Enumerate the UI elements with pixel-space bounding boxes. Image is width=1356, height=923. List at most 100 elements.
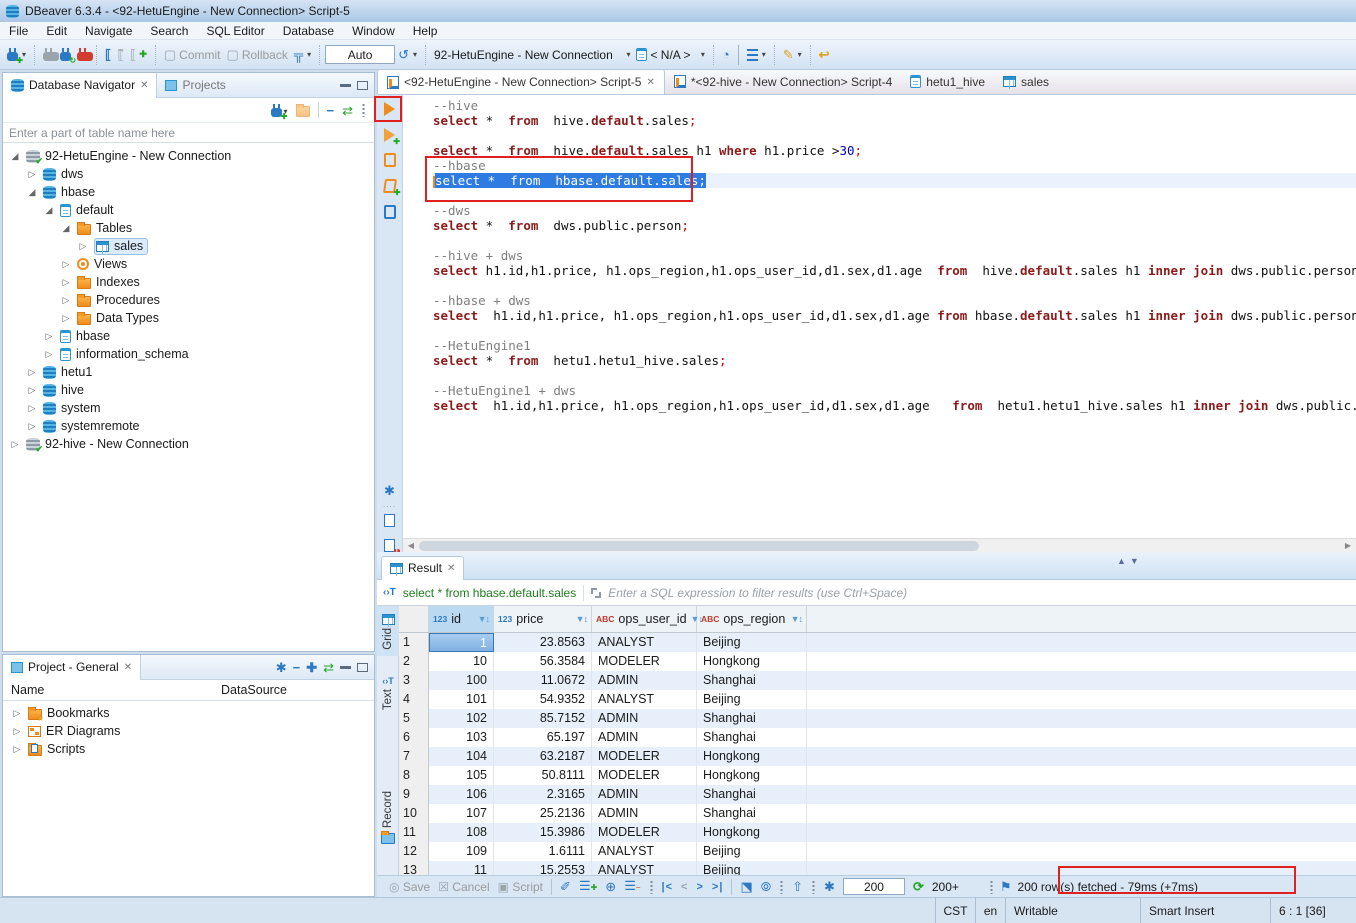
editor-tab-sales[interactable]: sales [994, 69, 1058, 94]
new-connection-button[interactable]: ✚▾ [4, 46, 29, 63]
collapse-all-button[interactable]: − [327, 104, 335, 117]
schema-selector[interactable]: < N/A > ▾ [633, 46, 707, 64]
table-row[interactable]: 21056.3584MODELERHongkong [399, 652, 1356, 671]
column-header-price[interactable]: 123price▼↕ [494, 606, 592, 632]
row-number[interactable]: 4 [399, 690, 429, 709]
table-row[interactable]: 310011.0672ADMINShanghai [399, 671, 1356, 690]
grid-cell[interactable]: 1 [429, 633, 494, 652]
expander-icon[interactable]: ▷ [9, 439, 21, 450]
grid-cell[interactable]: ANALYST [592, 633, 697, 652]
sql-line[interactable]: select h1.id,h1.price, h1.ops_region,h1.… [433, 308, 1356, 323]
cancel-button[interactable]: ☒ Cancel [438, 880, 489, 894]
editor-tab-92-hive-new-connection-script-4[interactable]: *<92-hive - New Connection> Script-4 [665, 69, 901, 94]
dashboard-button[interactable]: ◔ [719, 46, 733, 63]
grid-cell[interactable]: 108 [429, 823, 494, 842]
tree-item-92-hive-new-connection[interactable]: ▷92-hive - New Connection [3, 435, 374, 453]
tab-grid[interactable]: Grid [377, 606, 399, 656]
new-sql-editor-button[interactable]: ⟦✚ [127, 46, 150, 63]
corner-cell[interactable] [399, 606, 429, 632]
grid-cell[interactable]: 100 [429, 671, 494, 690]
grid-cell[interactable]: 109 [429, 842, 494, 861]
sql-line[interactable]: --hive + dws [433, 248, 1356, 263]
reconnect-button[interactable]: ↻ [57, 46, 74, 63]
prev-row-button[interactable]: < [681, 881, 688, 893]
script-error-button[interactable]: ! [384, 538, 395, 552]
last-row-button[interactable]: >| [712, 881, 724, 893]
close-icon[interactable]: ✕ [646, 77, 654, 88]
menu-database[interactable]: Database [274, 23, 343, 39]
transaction-mode-button[interactable]: ╦▾ [291, 46, 314, 63]
expander-icon[interactable]: ▷ [60, 277, 72, 288]
column-header-ops-region[interactable]: ABCops_region▼↕ [697, 606, 807, 632]
tab-projects[interactable]: Projects [157, 73, 233, 98]
menu-edit[interactable]: Edit [37, 23, 76, 39]
grid-cell[interactable]: Beijing [697, 633, 807, 652]
recent-sql-editor-button[interactable]: ⟦⃗ [114, 46, 126, 63]
filter-sort-icon[interactable]: ▼↕ [478, 614, 489, 624]
tree-item-hbase[interactable]: ◢hbase [3, 183, 374, 201]
grid-cell[interactable]: 10 [429, 652, 494, 671]
grid-cell[interactable]: Beijing [697, 690, 807, 709]
grid-cell[interactable]: 107 [429, 804, 494, 823]
grid-cell[interactable]: Beijing [697, 861, 807, 875]
table-row[interactable]: 1110815.3986MODELERHongkong [399, 823, 1356, 842]
grid-cell[interactable]: 63.2187 [494, 747, 592, 766]
editor-tab-92-hetuengine-new-connection-script-5[interactable]: <92-HetuEngine - New Connection> Script-… [377, 69, 665, 94]
disconnect-button[interactable] [74, 46, 91, 63]
tab-result[interactable]: Result ✕ [381, 556, 464, 580]
grid-cell[interactable]: 101 [429, 690, 494, 709]
grid-cell[interactable]: ANALYST [592, 690, 697, 709]
scroll-right-icon[interactable]: ▶ [1340, 541, 1356, 550]
tab-text[interactable]: ‹›T Text [377, 676, 399, 710]
project-item-scripts[interactable]: ▷Scripts [3, 740, 374, 758]
table-row[interactable]: 91062.3165ADMINShanghai [399, 785, 1356, 804]
row-number[interactable]: 2 [399, 652, 429, 671]
tree-item-procedures[interactable]: ▷Procedures [3, 291, 374, 309]
grid-cell[interactable]: Shanghai [697, 671, 807, 690]
grid-cell[interactable]: Hongkong [697, 747, 807, 766]
grid-cell[interactable]: 25.2136 [494, 804, 592, 823]
back-button[interactable]: ↩ [816, 46, 833, 63]
duplicate-row-icon[interactable]: ⊕ [605, 880, 616, 893]
sql-line[interactable] [433, 233, 1356, 248]
first-row-button[interactable]: |< [662, 881, 674, 893]
row-number[interactable]: 7 [399, 747, 429, 766]
grid-cell[interactable]: 102 [429, 709, 494, 728]
table-row[interactable]: 710463.2187MODELERHongkong [399, 747, 1356, 766]
table-row[interactable]: 121091.6111ANALYSTBeijing [399, 842, 1356, 861]
script-button[interactable]: ▣ Script [498, 880, 543, 894]
filter-placeholder[interactable]: Enter a SQL expression to filter results… [608, 586, 907, 600]
table-row[interactable]: 810550.8111MODELERHongkong [399, 766, 1356, 785]
scroll-thumb[interactable] [419, 541, 979, 551]
filter-sort-icon[interactable]: ▼↕ [576, 614, 587, 624]
gear-icon[interactable]: ✱ [384, 484, 395, 497]
expander-icon[interactable]: ▷ [77, 241, 89, 252]
sql-line[interactable] [433, 368, 1356, 383]
menu-window[interactable]: Window [343, 23, 404, 39]
sql-editor-button[interactable]: ⟦ [102, 46, 114, 63]
sql-line[interactable] [433, 323, 1356, 338]
sql-line[interactable]: --dws [433, 203, 1356, 218]
commit-button[interactable]: ▢Commit [161, 46, 224, 64]
connection-selector[interactable]: 92-HetuEngine - New Connection ▾ [431, 46, 633, 64]
transaction-log-button[interactable]: ↺▾ [395, 46, 420, 63]
column-datasource[interactable]: DataSource [221, 683, 287, 697]
table-filter-input[interactable]: Enter a part of table name here [3, 123, 374, 143]
export-script-button[interactable] [384, 512, 395, 526]
tree-item-data-types[interactable]: ▷Data Types [3, 309, 374, 327]
sql-line[interactable] [433, 188, 1356, 203]
tree-item-systemremote[interactable]: ▷systemremote [3, 417, 374, 435]
row-number[interactable]: 11 [399, 823, 429, 842]
editor-hscrollbar[interactable]: ◀ ▶ [403, 538, 1356, 552]
expander-icon[interactable]: ▷ [26, 385, 38, 396]
grid-cell[interactable]: 105 [429, 766, 494, 785]
tasks-button[interactable]: ▾ [744, 47, 769, 63]
expander-icon[interactable]: ▷ [11, 708, 23, 719]
goto-row-icon[interactable]: ⬔ [740, 880, 752, 893]
row-number[interactable]: 1 [399, 633, 429, 652]
column-name[interactable]: Name [3, 683, 221, 697]
sql-line[interactable] [433, 128, 1356, 143]
grid-cell[interactable]: Shanghai [697, 709, 807, 728]
grid-cell[interactable]: 23.8563 [494, 633, 592, 652]
next-row-button[interactable]: > [696, 881, 703, 893]
